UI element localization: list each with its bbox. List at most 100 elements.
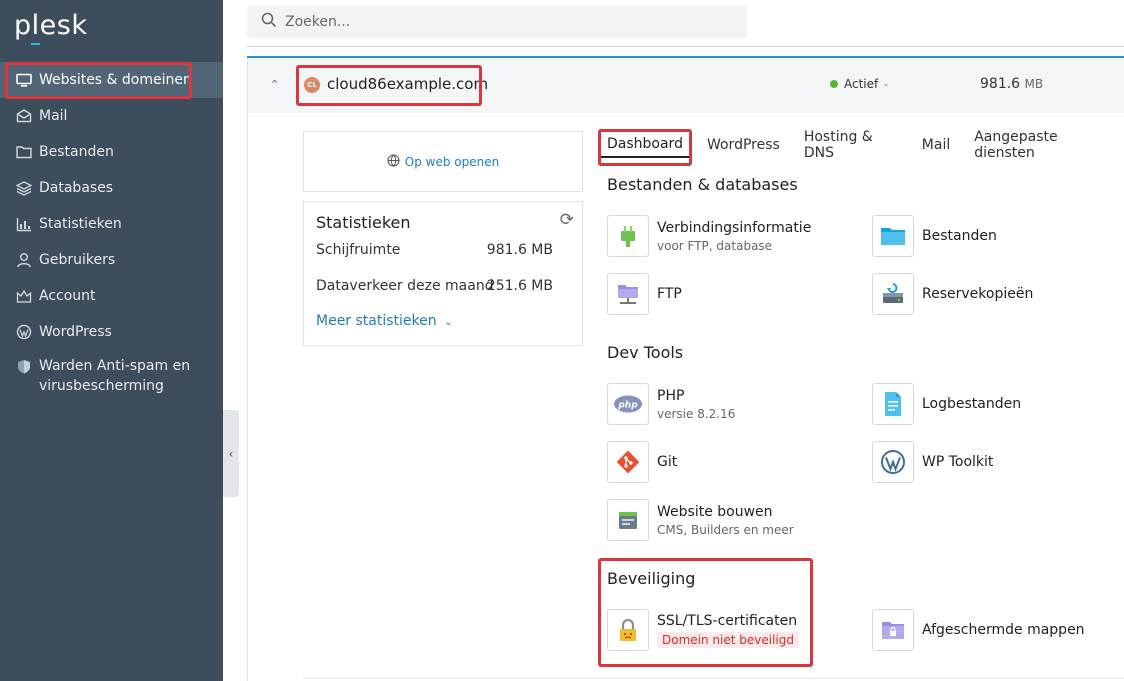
domain-status[interactable]: Actief ⌄ xyxy=(830,77,890,91)
sidebar-item-statistics[interactable]: Statistieken xyxy=(0,206,223,242)
logo-text: plesk xyxy=(14,10,88,41)
sidebar-item-label: Account xyxy=(39,288,96,304)
chevron-up-icon[interactable]: ⌃ xyxy=(270,78,279,91)
domain-avatar-text: CL xyxy=(307,81,317,89)
tool-git[interactable]: Git xyxy=(607,441,677,483)
shield-icon xyxy=(16,358,32,374)
statistics-title: Statistieken xyxy=(316,213,411,232)
plesk-logo[interactable]: plesk xyxy=(14,10,88,45)
tool-name: FTP xyxy=(657,286,682,302)
sidebar-item-label: Mail xyxy=(39,108,68,124)
open-web-link[interactable]: Op web openen xyxy=(405,155,499,169)
plug-icon xyxy=(607,215,649,257)
divider xyxy=(247,46,1124,47)
tool-name: PHP xyxy=(657,387,685,404)
sidebar-item-users[interactable]: Gebruikers xyxy=(0,242,223,278)
tool-name: Afgeschermde mappen xyxy=(922,622,1085,638)
status-label: Actief xyxy=(844,77,879,91)
tool-name: WP Toolkit xyxy=(922,454,994,470)
chart-icon xyxy=(16,216,32,232)
tool-name: Reservekopieën xyxy=(922,286,1034,302)
protected-folder-icon xyxy=(872,609,914,651)
tab-wordpress[interactable]: WordPress xyxy=(698,131,789,158)
status-dot xyxy=(830,80,838,88)
sidebar-item-mail[interactable]: Mail xyxy=(0,98,223,134)
sidebar: plesk Websites & domeinen Mail Bestanden… xyxy=(0,0,223,681)
tool-name: Bestanden xyxy=(922,228,997,244)
user-icon xyxy=(16,252,32,268)
database-icon xyxy=(16,180,32,196)
search-icon xyxy=(261,12,277,32)
sidebar-collapse-handle[interactable]: ‹ xyxy=(223,410,239,497)
tool-php[interactable]: php PHP versie 8.2.16 xyxy=(607,383,735,425)
git-icon xyxy=(607,441,649,483)
tool-name: Website bouwen xyxy=(657,503,773,520)
wordpress-icon xyxy=(872,441,914,483)
sidebar-item-wordpress[interactable]: WordPress xyxy=(0,314,223,350)
chevron-left-icon: ‹ xyxy=(228,446,234,461)
tool-connection-info[interactable]: Verbindingsinformatie voor FTP, database xyxy=(607,215,811,257)
ftp-folder-icon xyxy=(607,273,649,315)
highlight-dashboard-tab xyxy=(598,129,692,166)
tool-name: Logbestanden xyxy=(922,396,1022,412)
tool-site-builder[interactable]: Website bouwen CMS, Builders en meer xyxy=(607,499,794,541)
sidebar-nav: Websites & domeinen Mail Bestanden Datab… xyxy=(0,62,223,398)
folder-icon xyxy=(872,215,914,257)
sidebar-item-warden[interactable]: Warden Anti-spam en virusbescherming xyxy=(0,350,223,398)
more-statistics-link[interactable]: Meer statistieken ⌄ xyxy=(316,313,452,329)
tab-custom-services[interactable]: Aangepaste diensten xyxy=(965,129,1118,161)
php-icon: php xyxy=(607,383,649,425)
sidebar-item-databases[interactable]: Databases xyxy=(0,170,223,206)
search-input[interactable] xyxy=(285,14,725,30)
stat-label-disk: Schijfruimte xyxy=(316,242,401,258)
sidebar-item-label: Gebruikers xyxy=(39,252,116,268)
sidebar-item-label: Bestanden xyxy=(39,144,114,160)
statistics-card: Statistieken ⟳ Schijfruimte 981.6 MB Dat… xyxy=(303,201,583,346)
tab-mail[interactable]: Mail xyxy=(913,131,959,158)
backup-icon xyxy=(872,273,914,315)
sidebar-item-label: WordPress xyxy=(39,324,112,340)
size-unit: MB xyxy=(1024,77,1044,91)
log-file-icon xyxy=(872,383,914,425)
folder-icon xyxy=(16,144,32,160)
stat-label-traffic: Dataverkeer deze maand xyxy=(316,278,494,294)
tool-ftp[interactable]: FTP xyxy=(607,273,682,315)
search-bar[interactable] xyxy=(247,6,747,38)
open-web-card: Op web openen xyxy=(303,131,583,192)
tool-logs[interactable]: Logbestanden xyxy=(872,383,1021,425)
site-builder-icon xyxy=(607,499,649,541)
wordpress-icon xyxy=(16,324,32,340)
sidebar-item-label: Warden Anti-spam en virusbescherming xyxy=(39,358,191,394)
sidebar-item-label: Statistieken xyxy=(39,216,122,232)
chevron-down-icon: ⌄ xyxy=(882,79,890,89)
domain-size: 981.6 MB xyxy=(980,76,1043,92)
panel-border xyxy=(247,58,248,681)
highlight-security-section xyxy=(598,558,813,667)
tool-backups[interactable]: Reservekopieën xyxy=(872,273,1033,315)
more-statistics-label: Meer statistieken xyxy=(316,313,437,329)
divider xyxy=(303,678,1124,679)
sidebar-item-label: Databases xyxy=(39,180,114,196)
tool-subtitle: versie 8.2.16 xyxy=(657,406,736,421)
chevron-down-icon: ⌄ xyxy=(444,317,453,328)
sidebar-item-account[interactable]: Account xyxy=(0,278,223,314)
globe-icon xyxy=(387,152,400,171)
tool-name: Git xyxy=(657,454,678,470)
tool-files[interactable]: Bestanden xyxy=(872,215,997,257)
stat-value-traffic: 251.6 MB xyxy=(486,278,553,294)
tool-wp-toolkit[interactable]: WP Toolkit xyxy=(872,441,993,483)
refresh-icon[interactable]: ⟳ xyxy=(560,210,574,230)
tab-hosting-dns[interactable]: Hosting & DNS xyxy=(795,129,907,161)
account-icon xyxy=(16,288,32,304)
sidebar-item-files[interactable]: Bestanden xyxy=(0,134,223,170)
tool-protected-folders[interactable]: Afgeschermde mappen xyxy=(872,609,1085,651)
section-title-files: Bestanden & databases xyxy=(607,175,798,194)
mail-icon xyxy=(16,108,32,124)
size-value: 981.6 xyxy=(980,76,1021,92)
logo-accent xyxy=(31,43,40,45)
highlight-domain xyxy=(296,65,482,106)
highlight-websites-nav xyxy=(5,62,192,99)
tool-name: Verbindingsinformatie xyxy=(657,219,812,236)
tool-subtitle: CMS, Builders en meer xyxy=(657,522,794,537)
svg-text:php: php xyxy=(617,401,638,411)
